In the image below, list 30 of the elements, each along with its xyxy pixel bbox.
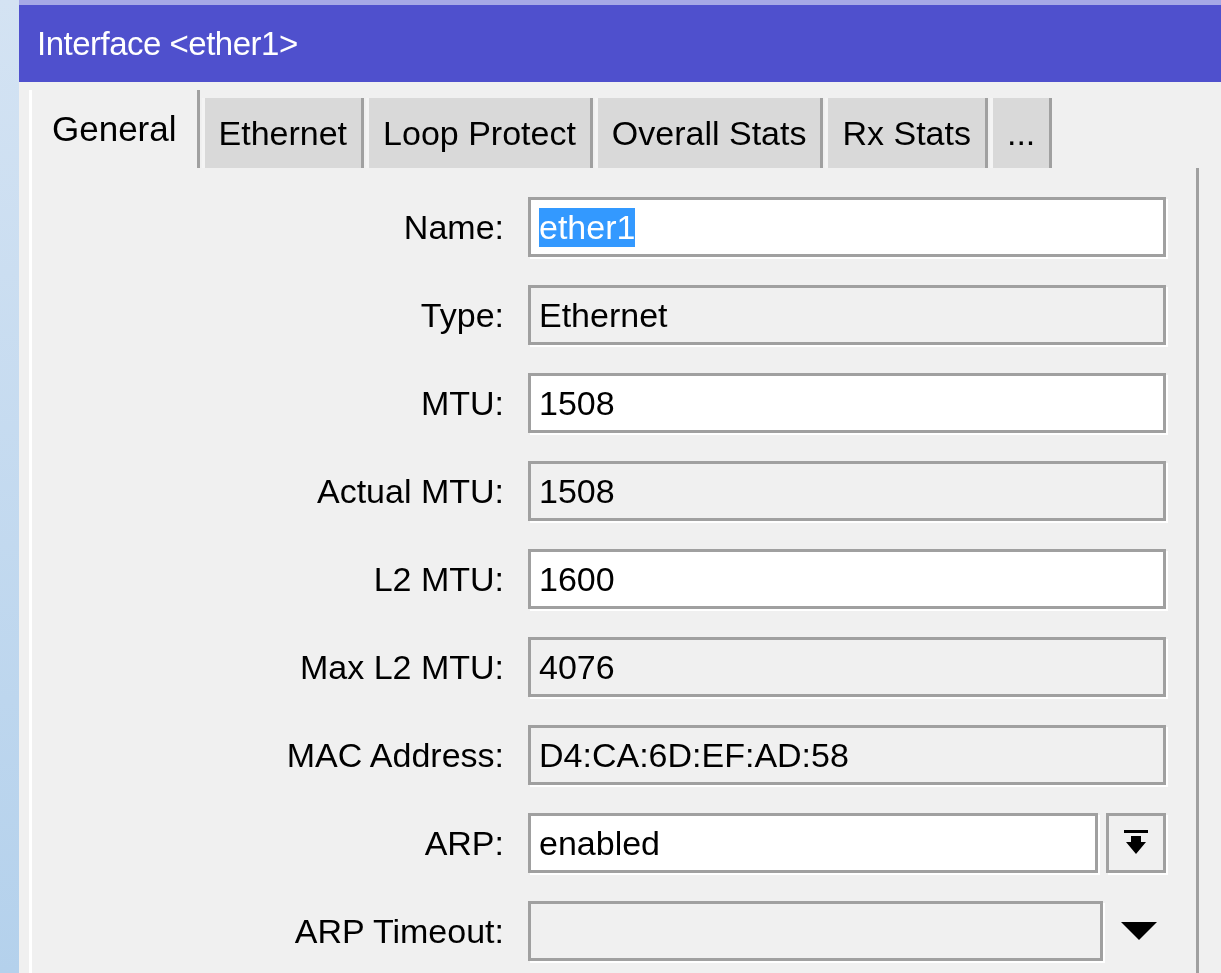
dropdown-field[interactable]: enabled <box>528 813 1098 873</box>
field-value: 1508 <box>539 383 615 423</box>
field-label: ARP: <box>423 823 505 863</box>
tab[interactable]: ... <box>989 98 1053 168</box>
field-label: ARP Timeout: <box>293 911 505 951</box>
tab[interactable]: Ethernet <box>201 98 365 168</box>
field-label: MTU: <box>419 383 505 423</box>
field-label: L2 MTU: <box>372 559 505 599</box>
tab[interactable]: Rx Stats <box>825 98 988 168</box>
field-value: D4:CA:6D:EF:AD:58 <box>539 735 849 775</box>
dropdown-icon <box>1124 830 1148 856</box>
field-label: MAC Address: <box>285 735 505 775</box>
text-field[interactable]: 1600 <box>528 549 1166 609</box>
field-value: 4076 <box>539 647 615 687</box>
field-value: 1508 <box>539 471 615 511</box>
field-label: Max L2 MTU: <box>298 647 505 687</box>
expand-arrow-icon[interactable] <box>1121 922 1157 940</box>
field-value: 1600 <box>539 559 615 599</box>
tab[interactable]: Overall Stats <box>594 98 824 168</box>
field-value: Ethernet <box>539 295 668 335</box>
text-field[interactable]: 1508 <box>528 373 1166 433</box>
field-label: Type: <box>419 295 505 335</box>
dropdown-button[interactable] <box>1106 813 1166 873</box>
field-label: Name: <box>402 207 505 247</box>
field-label: Actual MTU: <box>315 471 505 511</box>
tab[interactable]: Loop Protect <box>366 98 593 168</box>
tab[interactable]: General <box>29 90 200 168</box>
field-value: enabled <box>539 823 660 863</box>
window-title: Interface <ether1> <box>37 24 298 63</box>
field-value: ether1 <box>539 207 636 247</box>
